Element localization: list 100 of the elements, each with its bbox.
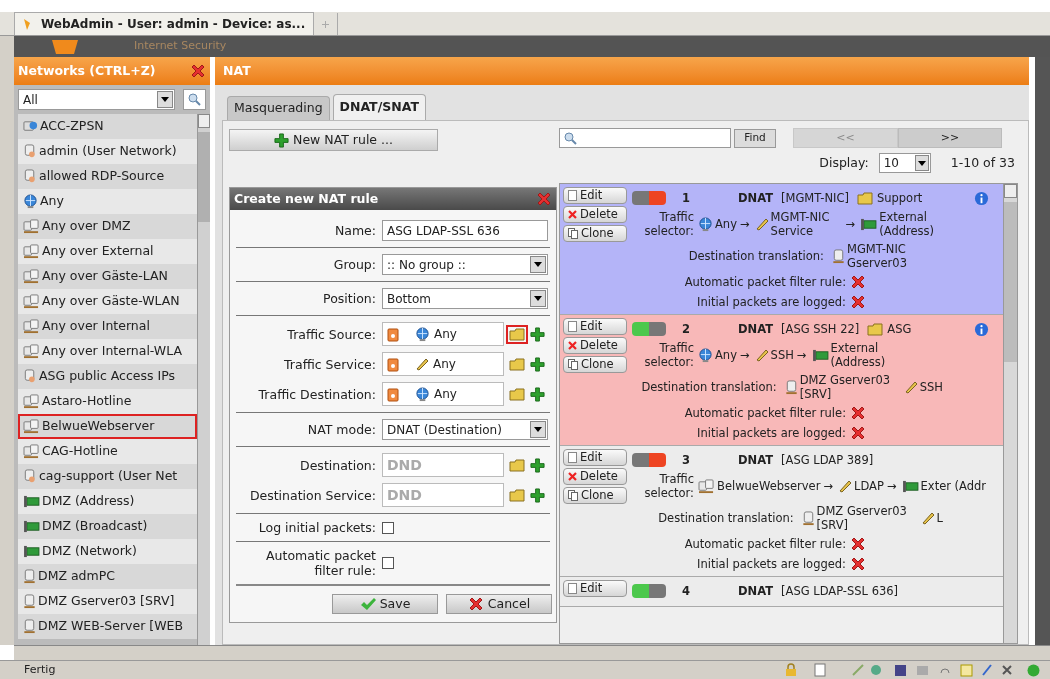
network-list-item[interactable]: DMZ WEB-Server [WEB	[18, 614, 197, 639]
enable-toggle[interactable]	[632, 453, 666, 467]
network-list-item[interactable]: Astaro-Hotline	[18, 389, 197, 414]
horizontal-scrollbar[interactable]	[14, 645, 1050, 660]
network-list-item[interactable]: Any over Internal-WLA	[18, 339, 197, 364]
name-field[interactable]: ASG LDAP-SSL 636	[382, 220, 548, 241]
plus-icon[interactable]	[530, 326, 545, 342]
info-icon[interactable]	[974, 190, 989, 206]
page-header: NAT	[215, 57, 1029, 85]
delete-button[interactable]: Delete	[563, 206, 627, 223]
field-label: NAT mode:	[306, 422, 376, 437]
network-list-item[interactable]: cag-support (User Net	[18, 464, 197, 489]
globe-icon	[698, 347, 713, 363]
network-list-item[interactable]: BelwueWebserver	[18, 414, 197, 439]
delete-button[interactable]: Delete	[563, 337, 627, 354]
network-list-item[interactable]: Any over Gäste-WLAN	[18, 289, 197, 314]
field-label: Automatic packet filter rule:	[265, 548, 376, 578]
plus-icon[interactable]	[530, 457, 545, 473]
info-icon[interactable]	[974, 321, 989, 337]
enable-toggle[interactable]	[632, 191, 666, 205]
dropdown-arrow-icon	[917, 160, 926, 166]
pencil-icon	[920, 511, 935, 525]
x-icon	[467, 596, 484, 612]
object-name: Any	[715, 217, 737, 231]
tab[interactable]: Masquerading	[227, 96, 330, 120]
network-list-item[interactable]: Any over DMZ	[18, 214, 197, 239]
computer-icon	[784, 379, 798, 395]
network-list-item[interactable]: DMZ (Broadcast)	[18, 514, 197, 539]
new-nat-rule-button[interactable]: New NAT rule ...	[229, 129, 438, 151]
dropdown[interactable]: :: No group ::	[382, 254, 548, 275]
network-list-item[interactable]: DMZ admPC	[18, 564, 197, 589]
plus-icon[interactable]	[530, 386, 545, 402]
search-field[interactable]	[183, 89, 206, 110]
object-name: Exter (Addr	[920, 479, 987, 493]
plus-icon[interactable]	[530, 356, 545, 372]
arrow: →	[739, 217, 750, 231]
checkbox[interactable]	[382, 521, 394, 534]
scrollbar[interactable]	[1035, 57, 1050, 645]
dropdown-arrow-icon	[161, 97, 169, 102]
network-list-item[interactable]: Any over Internal	[18, 314, 197, 339]
trash-icon[interactable]	[387, 386, 399, 402]
checkbox[interactable]	[382, 557, 394, 569]
dropdown-arrow-icon	[534, 296, 542, 301]
tab[interactable]: DNAT/SNAT	[332, 94, 426, 120]
field-label: Destination translation:	[688, 249, 824, 263]
edit-button[interactable]: Edit	[563, 580, 627, 597]
field-label: Automatic packet filter rule:	[683, 275, 846, 289]
network-list-item[interactable]: Any over Gäste-LAN	[18, 264, 197, 289]
sidebar-header: Networks (CTRL+Z)	[14, 57, 210, 85]
search-field[interactable]	[559, 128, 731, 148]
network-list-item[interactable]: Any	[18, 189, 197, 214]
fox-logo-icon	[23, 17, 33, 31]
clone-button[interactable]: Clone	[563, 487, 627, 504]
network-list-item[interactable]: Any over External	[18, 239, 197, 264]
network-list-item[interactable]: admin (User Network)	[18, 139, 197, 164]
object-drop-field[interactable]: Any	[382, 322, 504, 346]
x-icon	[850, 274, 866, 290]
trash-icon[interactable]	[387, 326, 399, 342]
network-list-item[interactable]: DMZ (Address)	[18, 489, 197, 514]
pencil-icon	[903, 380, 918, 394]
computer-user-icon	[23, 469, 37, 484]
field-label: Traffic Source:	[286, 326, 376, 342]
browser-tab[interactable]: WebAdmin - User: admin - Device: as...	[14, 12, 315, 35]
page-size-dropdown[interactable]: 10	[878, 153, 931, 173]
pencil-icon	[754, 217, 769, 231]
save-button[interactable]: Save	[332, 594, 438, 614]
network-list-item[interactable]: ACC-ZPSN	[18, 114, 197, 139]
field-label: Initial packets are logged:	[696, 295, 846, 309]
edit-button[interactable]: Edit	[563, 449, 627, 466]
object-drop-field[interactable]: Any	[382, 382, 504, 406]
cancel-button[interactable]: Cancel	[446, 594, 552, 614]
clone-button[interactable]: Clone	[563, 356, 627, 373]
network-list-item[interactable]: ASG public Access IPs	[18, 364, 197, 389]
find-button[interactable]: Find	[734, 128, 776, 148]
dropdown[interactable]: Bottom	[382, 288, 548, 309]
object-name: External (Address)	[879, 210, 936, 238]
plus-icon[interactable]	[530, 487, 545, 503]
computers-icon	[23, 219, 40, 234]
rule-name: [ASG LDAP-SSL 636]	[781, 584, 899, 598]
clone-button[interactable]: Clone	[563, 225, 627, 242]
trash-icon[interactable]	[387, 356, 399, 372]
folder-button[interactable]	[506, 324, 528, 344]
filter-dropdown[interactable]: All	[18, 89, 175, 110]
edit-button[interactable]: Edit	[563, 318, 627, 335]
scrollbar[interactable]	[1003, 184, 1017, 643]
network-list-item[interactable]: DMZ Gserver03 [SRV]	[18, 589, 197, 614]
enable-toggle[interactable]	[632, 322, 666, 336]
network-list-item[interactable]: CAG-Hotline	[18, 439, 197, 464]
globe-icon	[415, 386, 430, 402]
network-list-item[interactable]: allowed RDP-Source	[18, 164, 197, 189]
scrollbar[interactable]	[197, 114, 210, 645]
arrow: →	[886, 479, 897, 493]
next-page-button[interactable]: >>	[898, 128, 1002, 148]
rule-name: [MGMT-NIC]	[781, 191, 849, 205]
enable-toggle[interactable]	[632, 584, 666, 598]
edit-button[interactable]: Edit	[563, 187, 627, 204]
network-list-item[interactable]: DMZ (Network)	[18, 539, 197, 564]
dropdown[interactable]: DNAT (Destination)	[382, 419, 548, 440]
object-drop-field[interactable]: Any	[382, 352, 504, 376]
delete-button[interactable]: Delete	[563, 468, 627, 485]
